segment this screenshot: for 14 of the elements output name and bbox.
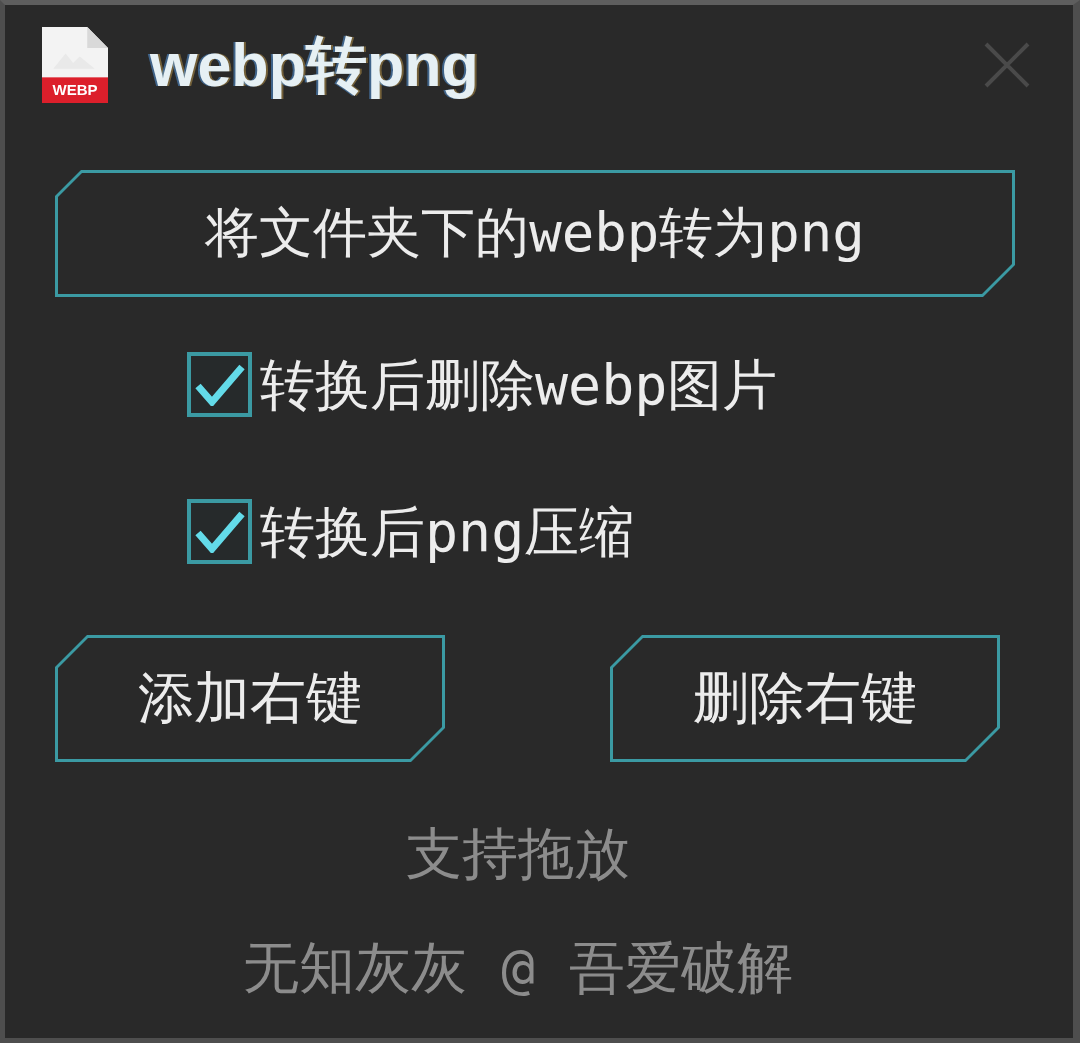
context-menu-button[interactable]: 删除右键 [610, 635, 1000, 762]
checkmark-icon [194, 363, 245, 406]
option-label[interactable]: 转换后png压缩 [260, 499, 635, 564]
author-credit: 无知灰灰 @ 吾爱破解 [243, 934, 793, 1002]
checkmark-icon [194, 510, 245, 553]
file-icon [42, 27, 108, 103]
checkbox[interactable] [187, 352, 252, 417]
convert-button[interactable]: 将文件夹下的webp转为png [55, 170, 1015, 297]
option-label[interactable]: 转换后删除webp图片 [260, 352, 778, 417]
context-menu-button[interactable]: 添加右键 [55, 635, 445, 762]
checkbox[interactable] [187, 499, 252, 564]
window-title: webp转png [150, 31, 479, 99]
logo-text: WEBP [51, 82, 99, 98]
drag-drop-hint: 支持拖放 [406, 820, 630, 888]
